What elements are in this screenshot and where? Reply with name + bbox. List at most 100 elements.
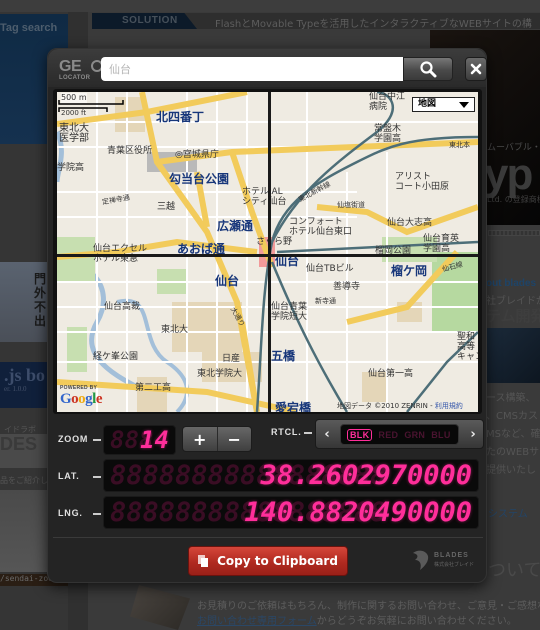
reticle-option-grn[interactable]: GRN (404, 430, 425, 440)
bg-contact-form-link: お問い合わせ専用フォーム (197, 616, 317, 627)
bg-about-text: ース構築、 、CMSカス MSなど、確 たのWEBサイ 提供いたし (486, 393, 540, 476)
attribution-text: 地図データ ©2010 ZENRIN - (337, 402, 435, 410)
map-label: 東北大 医学部 (59, 123, 89, 144)
map-label: 東北大 (161, 325, 189, 335)
google-wordmark: Google (60, 391, 103, 407)
bg-system-link: システム (488, 509, 528, 520)
map-label: 青葉区役所 (107, 146, 153, 156)
bg-side-banner: DES (0, 434, 48, 468)
reticle-options: BLK RED GRN BLU (340, 424, 459, 445)
map-label: 善導寺 (333, 282, 361, 292)
terms-link[interactable]: 利用規約 (435, 402, 463, 410)
map-label: アリスト コート小田原 (395, 172, 450, 192)
map-attribution: 地図データ ©2010 ZENRIN - 利用規約 (337, 401, 463, 411)
map-label: 仙台TBビル (306, 264, 354, 274)
blades-company: 株式会社ブレイド (434, 562, 475, 568)
reticle-next-button[interactable]: › (462, 420, 484, 448)
bg-solution-label: SOLUTION (122, 15, 178, 26)
zoom-in-button[interactable]: + (183, 427, 217, 451)
map-label-scale: 500 m (61, 93, 87, 103)
map-label: 仙台育英 学園高 (423, 234, 460, 254)
blades-logo: BLADES 株式会社ブレイド (410, 549, 480, 573)
reticle-dash (304, 432, 312, 434)
bg-contact-title: ついて (488, 560, 540, 581)
reticle-option-red[interactable]: RED (378, 430, 398, 440)
bg-about-title: テム開発 (486, 307, 540, 325)
reticle-selector: ‹ BLK RED GRN BLU › (315, 419, 484, 449)
map-label: 聖和 高等 キャン (457, 332, 478, 362)
bg-hero-text: Ltd. の登録商標 (487, 195, 540, 204)
bg-side-banner-text: er. 1.0.0 (4, 385, 27, 393)
lat-dash (93, 476, 101, 478)
map-label: 仙台青葉 学院短大 (271, 302, 308, 322)
lng-value[interactable]: 140.8820490000 (244, 497, 472, 528)
map-label: 東北本 (449, 141, 470, 149)
map-label: 経ケ峯公園 (93, 352, 139, 362)
map-label: 仙台中江 病院 (369, 92, 406, 112)
bg-about-heading: out blades (486, 278, 537, 289)
bg-scrollbar (488, 230, 540, 236)
map-type-value: 地図 (418, 99, 437, 109)
screen: Tag search SOLUTION FlashとMovable Typeを活… (0, 0, 540, 630)
map-label: 仙台高裁 (104, 302, 141, 312)
logo-locator-text: LOCATOR (59, 75, 91, 81)
zoom-label: ZOOM (58, 434, 89, 444)
bg-top-bar (0, 0, 540, 12)
map-label: ホテルJAL シティ仙台 (242, 187, 287, 207)
lng-dash (93, 513, 101, 515)
map-label-station: 勾当台公園 (169, 172, 230, 186)
map-label: 仙塩街道 (337, 201, 365, 209)
lat-display: 88888888888888888 38.2602970000 (103, 459, 479, 492)
blades-mark-icon (413, 550, 429, 570)
bg-hero-text: yp (484, 150, 533, 199)
lat-value[interactable]: 38.2602970000 (261, 460, 472, 491)
map-label-station: 榴ケ岡 (391, 264, 428, 278)
zoom-out-button[interactable]: − (216, 427, 252, 451)
copy-button-label: Copy to Clipboard (217, 554, 338, 568)
map-label-scale-ft: 2000 ft (61, 109, 87, 117)
bg-about-image (486, 328, 540, 383)
bg-side-banner-text: .js bo (4, 365, 46, 385)
close-icon (470, 63, 482, 75)
lng-display: 88888888888888888 140.8820490000 (103, 496, 479, 529)
bg-side-banner (0, 490, 48, 572)
reticle-label: RTCL. (271, 427, 302, 437)
search-button[interactable] (403, 57, 453, 81)
search-input[interactable] (101, 57, 404, 81)
map-label-station: 五橋 (271, 349, 296, 363)
map-label: コンフォート ホテル仙台東口 (289, 217, 353, 237)
map-type-select[interactable]: 地図 (412, 97, 475, 112)
google-logo: POWERED BY Google (60, 385, 103, 408)
panel-header: GE LOCATOR (48, 49, 487, 87)
map-label: さくら野 (256, 237, 293, 247)
bg-contact-text-rest: からどうぞお気軽にお問い合わせください。 (316, 616, 517, 627)
lat-label: LAT. (58, 471, 80, 481)
geolocator-panel: GE LOCATOR 仙台 500 m 2000 ft 北四番丁 東北大 医学部… (47, 48, 487, 583)
bg-contact-text: お見積りのご依頼はもちろん、制作に関するお問い合わせ、ご意見・ご感想な (197, 601, 540, 612)
reticle-prev-button[interactable]: ‹ (316, 420, 338, 448)
reticle-option-blu[interactable]: BLU (431, 430, 450, 440)
bg-tagline: FlashとMovable Typeを活用したインタラクティブなWEBサイトの構 (215, 19, 532, 30)
map-label: 新寺通 (315, 297, 336, 305)
map-label: 日産 (222, 354, 241, 364)
lng-label: LNG. (58, 508, 83, 518)
bg-contact-text: お問い合わせ専用フォームからどうぞお気軽にお問い合わせください。 (197, 612, 517, 627)
map-label: 三越 (157, 202, 176, 212)
divider (53, 537, 483, 538)
zoom-controls: + − (182, 426, 252, 452)
map-label-station: 仙台 (215, 274, 240, 288)
map-label: 東北学院大 (197, 369, 243, 379)
map-label-station: 広瀬通 (217, 219, 254, 233)
search-icon (420, 61, 437, 78)
logo-geo-text: GE (59, 58, 82, 75)
copy-to-clipboard-button[interactable]: Copy to Clipboard (188, 546, 348, 576)
zoom-value: 14 (140, 426, 169, 454)
close-button[interactable] (465, 57, 487, 81)
clipboard-icon (198, 554, 209, 567)
map-view[interactable]: 500 m 2000 ft 北四番丁 東北大 医学部 青葉区役所 ◎宮城県庁 学… (57, 92, 478, 412)
map-frame: 500 m 2000 ft 北四番丁 東北大 医学部 青葉区役所 ◎宮城県庁 学… (53, 89, 482, 414)
chevron-down-icon (459, 102, 469, 108)
bg-side-text: 品をご紹介し (0, 476, 48, 485)
reticle-option-blk[interactable]: BLK (347, 428, 373, 441)
reticle-vertical (268, 92, 271, 412)
